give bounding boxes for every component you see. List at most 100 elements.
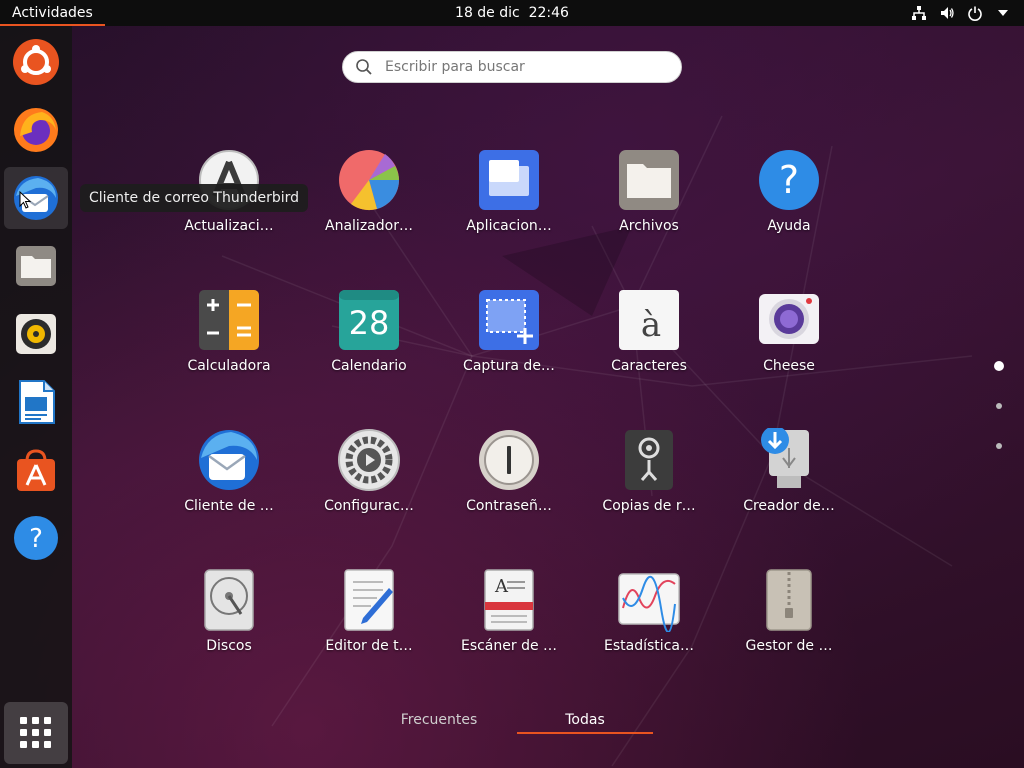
app-passwords[interactable]: Contraseñ… xyxy=(439,428,579,568)
app-usb-creator[interactable]: Creador de… xyxy=(719,428,859,568)
show-applications-icon xyxy=(20,717,51,748)
app-label: Copias de r… xyxy=(602,498,696,514)
app-backups[interactable]: Copias de r… xyxy=(579,428,719,568)
app-label: Contraseñ… xyxy=(466,498,552,514)
dock-item-files[interactable] xyxy=(4,235,68,297)
settings-gear-icon xyxy=(338,429,400,491)
statistics-chart-icon xyxy=(618,573,680,632)
dock-item-rhythmbox[interactable] xyxy=(4,303,68,365)
page-dot-2[interactable] xyxy=(996,403,1002,409)
page-dot-3[interactable] xyxy=(996,443,1002,449)
mouse-pointer-icon xyxy=(19,191,31,209)
app-label: Calendario xyxy=(331,358,407,374)
app-applications[interactable]: Aplicacion… xyxy=(439,148,579,288)
screenshot-icon xyxy=(479,290,539,350)
svg-text:?: ? xyxy=(779,158,799,202)
ubuntu-software-updater-icon xyxy=(13,39,59,85)
search-box[interactable] xyxy=(342,51,682,83)
dock-item-thunderbird[interactable] xyxy=(4,167,68,229)
backups-safe-icon xyxy=(625,430,673,490)
app-text-editor[interactable]: Editor de t… xyxy=(299,568,439,708)
clock-button[interactable]: 18 de dic 22:46 xyxy=(455,5,569,21)
app-statistics[interactable]: Estadística… xyxy=(579,568,719,708)
applications-window-icon xyxy=(479,150,539,210)
app-label: Ayuda xyxy=(767,218,811,234)
app-label: Configurac… xyxy=(324,498,414,514)
app-settings[interactable]: Configurac… xyxy=(299,428,439,568)
help-icon: ? xyxy=(759,150,819,210)
webcam-icon xyxy=(759,294,819,344)
app-label: Calculadora xyxy=(187,358,271,374)
app-software-updater[interactable]: Actualizaci… xyxy=(159,148,299,288)
usb-creator-icon xyxy=(761,428,809,488)
app-label: Analizador… xyxy=(325,218,413,234)
text-editor-icon xyxy=(344,569,394,631)
chevron-down-icon[interactable] xyxy=(994,4,1012,22)
clock: 18 de dic 22:46 xyxy=(0,0,1024,26)
app-label: Discos xyxy=(206,638,252,654)
characters-glyph: à xyxy=(641,305,661,345)
svg-text:?: ? xyxy=(29,524,43,554)
app-thunderbird[interactable]: Cliente de … xyxy=(159,428,299,568)
thunderbird-icon xyxy=(199,430,259,490)
characters-icon: à xyxy=(619,290,679,350)
calendar-day: 28 xyxy=(349,304,390,342)
archive-manager-icon xyxy=(766,569,812,631)
tab-all-underline xyxy=(517,732,653,734)
ubuntu-software-icon xyxy=(17,449,55,491)
app-label: Editor de t… xyxy=(325,638,413,654)
firefox-icon xyxy=(14,108,58,152)
search-input[interactable] xyxy=(383,58,657,76)
help-icon: ? xyxy=(14,516,58,560)
folder-icon xyxy=(619,150,679,210)
dock-item-ubuntu-software[interactable] xyxy=(4,439,68,501)
calculator-icon xyxy=(199,290,259,350)
app-label: Captura de… xyxy=(463,358,555,374)
files-icon xyxy=(16,246,56,286)
show-applications-button[interactable] xyxy=(4,702,68,764)
passwords-keyhole-icon xyxy=(479,430,539,490)
dock-item-libreoffice-writer[interactable] xyxy=(4,371,68,433)
app-label: Cliente de … xyxy=(184,498,274,514)
page-dot-1[interactable] xyxy=(994,361,1004,371)
app-calculator[interactable]: Calculadora xyxy=(159,288,299,428)
top-bar: Actividades 18 de dic 22:46 xyxy=(0,0,1024,26)
app-disks[interactable]: Discos xyxy=(159,568,299,708)
app-files[interactable]: Archivos xyxy=(579,148,719,288)
app-screenshot[interactable]: Captura de… xyxy=(439,288,579,428)
activities-button[interactable]: Actividades xyxy=(0,0,105,26)
app-help[interactable]: ? Ayuda xyxy=(719,148,859,288)
app-cheese[interactable]: Cheese xyxy=(719,288,859,428)
dock-item-help[interactable]: ? xyxy=(4,507,68,569)
app-archive-manager[interactable]: Gestor de … xyxy=(719,568,859,708)
system-tray[interactable] xyxy=(910,0,1012,26)
dock-item-software-updater[interactable] xyxy=(4,31,68,93)
rhythmbox-icon xyxy=(16,314,56,354)
app-label: Estadística… xyxy=(604,638,694,654)
app-label: Cheese xyxy=(763,358,815,374)
scanner-glyph: A xyxy=(494,576,509,597)
app-label: Creador de… xyxy=(743,498,835,514)
libreoffice-writer-icon xyxy=(19,380,55,424)
dock-item-firefox[interactable] xyxy=(4,99,68,161)
tab-frequent[interactable]: Frecuentes xyxy=(379,712,499,728)
disk-usage-pie-icon xyxy=(339,150,400,211)
network-icon[interactable] xyxy=(910,4,928,22)
calendar-icon: 28 xyxy=(339,290,399,350)
app-label: Escáner de … xyxy=(460,638,558,654)
app-disk-usage-analyzer[interactable]: Analizador… xyxy=(299,148,439,288)
app-characters[interactable]: à Caracteres xyxy=(579,288,719,428)
app-calendar[interactable]: 28 Calendario xyxy=(299,288,439,428)
dock-tooltip: Cliente de correo Thunderbird xyxy=(80,184,308,212)
app-label: Gestor de … xyxy=(745,638,833,654)
power-icon[interactable] xyxy=(966,4,984,22)
tab-all[interactable]: Todas xyxy=(517,712,653,728)
scanner-icon: A xyxy=(484,569,534,631)
search-icon xyxy=(356,59,372,75)
disks-icon xyxy=(204,569,254,631)
app-label: Aplicacion… xyxy=(466,218,552,234)
volume-icon[interactable] xyxy=(938,4,956,22)
app-label: Archivos xyxy=(619,218,679,234)
app-scanner[interactable]: A Escáner de … xyxy=(439,568,579,708)
app-label: Actualizaci… xyxy=(184,218,274,234)
